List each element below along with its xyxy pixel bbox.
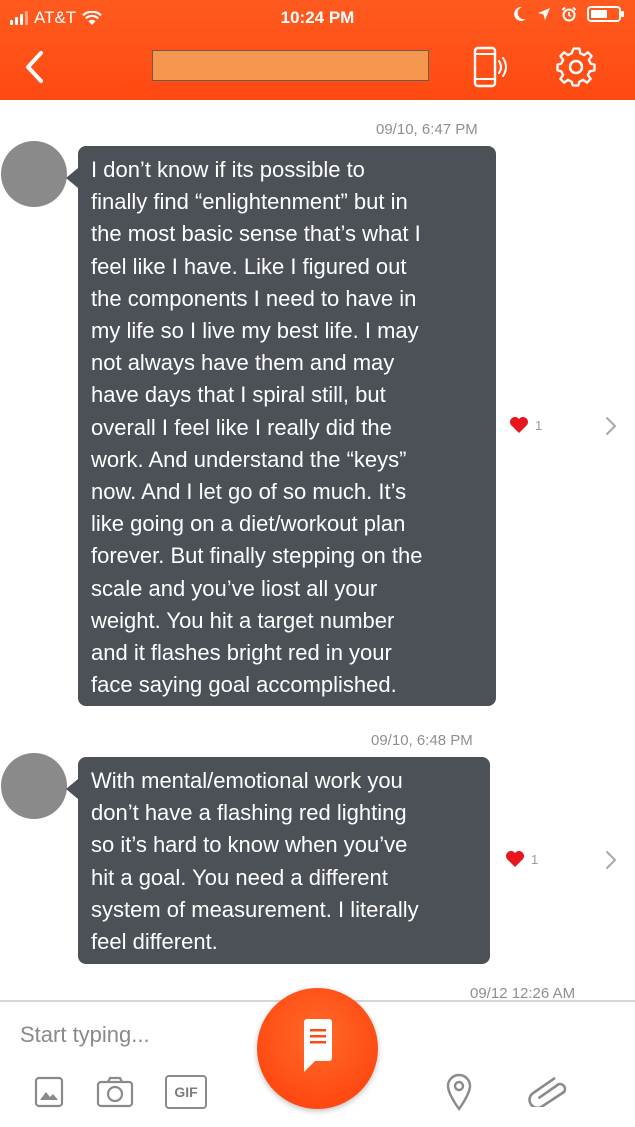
message-line: work. And understand the “keys”: [91, 446, 407, 472]
app-header: AT&T 10:24 PM: [0, 0, 635, 100]
heart-reaction[interactable]: 1: [509, 416, 542, 434]
chevron-left-icon: [26, 51, 43, 83]
heart-reaction[interactable]: 1: [505, 850, 538, 868]
message-line: now. And I let go of so much. It’s: [91, 479, 407, 505]
message-timestamp: 09/10, 6:47 PM: [376, 121, 478, 138]
gif-button[interactable]: GIF: [165, 1075, 207, 1109]
status-bar: AT&T 10:24 PM: [0, 0, 635, 36]
message-line: finally find “enlightenment” but in: [91, 189, 408, 215]
message-line: don’t have a flashing red lighting: [91, 800, 407, 826]
message-bubble[interactable]: With mental/emotional work you don’t hav…: [66, 757, 490, 964]
message-line: like going on a diet/workout plan: [91, 511, 406, 537]
message-line: not always have them and may: [91, 350, 395, 376]
message-line: feel different.: [91, 929, 218, 955]
message-line: I don’t know if its possible to: [91, 157, 365, 182]
message-line: forever. But finally stepping on the: [91, 543, 423, 569]
location-arrow-icon: [538, 8, 550, 20]
message-input[interactable]: [20, 1016, 250, 1054]
phone-vibrate-icon: [473, 46, 507, 88]
gear-icon: [556, 47, 596, 87]
heart-icon: [510, 417, 528, 433]
contact-name-redacted: [152, 50, 429, 81]
message-line: overall I feel like I really did the: [91, 414, 392, 440]
status-icons: [513, 6, 624, 22]
heart-icon: [506, 851, 524, 867]
message-note-icon: [304, 1019, 332, 1072]
call-button[interactable]: [466, 44, 514, 90]
alarm-icon: [561, 6, 577, 22]
battery-level: [591, 10, 607, 18]
message-line: the most basic sense that’s what I: [91, 221, 421, 247]
message-line: the components I need to have in: [91, 285, 417, 311]
camera-icon[interactable]: [95, 1075, 135, 1109]
avatar[interactable]: [1, 141, 67, 207]
message-line: hit a goal. You need a different: [91, 864, 388, 890]
reaction-count: 1: [531, 851, 539, 867]
reaction-count: 1: [535, 417, 543, 433]
avatar[interactable]: [1, 753, 67, 819]
message-line: feel like I have. Like I figured out: [91, 253, 407, 279]
back-button[interactable]: [18, 48, 50, 86]
compose-message-button[interactable]: [257, 988, 378, 1109]
message-line: With mental/emotional work you: [91, 768, 403, 793]
moon-icon: [514, 6, 526, 21]
message-line: have days that I spiral still, but: [91, 382, 386, 408]
message-timestamp: 09/10, 6:48 PM: [371, 732, 473, 749]
message-line: face saying goal accomplished.: [91, 672, 397, 698]
chevron-right-icon[interactable]: [601, 848, 621, 872]
message-line: and it flashes bright red in your: [91, 640, 392, 666]
settings-button[interactable]: [552, 44, 600, 90]
battery-icon: [587, 6, 624, 22]
image-icon[interactable]: [33, 1075, 65, 1109]
message-line: so it’s hard to know when you’ve: [91, 832, 408, 858]
message-line: my life so I live my best life. I may: [91, 318, 419, 344]
location-pin-icon[interactable]: [445, 1072, 473, 1112]
chevron-right-icon[interactable]: [601, 414, 621, 438]
message-line: weight. You hit a target number: [91, 607, 395, 633]
paperclip-icon[interactable]: [525, 1075, 571, 1107]
message-bubble[interactable]: I don’t know if its possible to finally …: [66, 146, 496, 706]
message-line: system of measurement. I literally: [91, 896, 419, 922]
message-line: scale and you’ve liost all your: [91, 575, 378, 601]
